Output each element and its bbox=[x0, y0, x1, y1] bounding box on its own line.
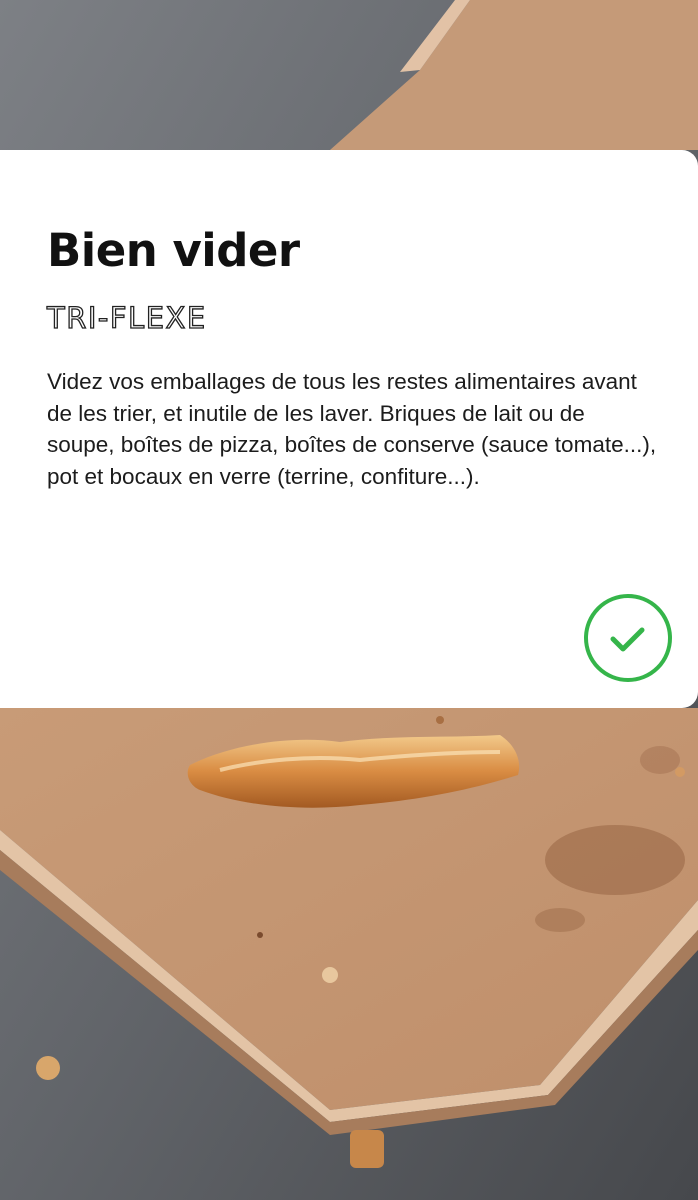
check-circle-icon bbox=[584, 594, 672, 682]
confirm-button[interactable] bbox=[583, 593, 673, 683]
app-screen: Bien vider TRI-FLEXE Videz vos emballage… bbox=[0, 0, 698, 1200]
card-description: Videz vos emballages de tous les restes … bbox=[47, 369, 657, 489]
brand-logo-tri-flexe: TRI-FLEXE bbox=[46, 300, 207, 335]
info-card: Bien vider TRI-FLEXE Videz vos emballage… bbox=[0, 150, 698, 708]
card-title: Bien vider bbox=[47, 224, 300, 277]
